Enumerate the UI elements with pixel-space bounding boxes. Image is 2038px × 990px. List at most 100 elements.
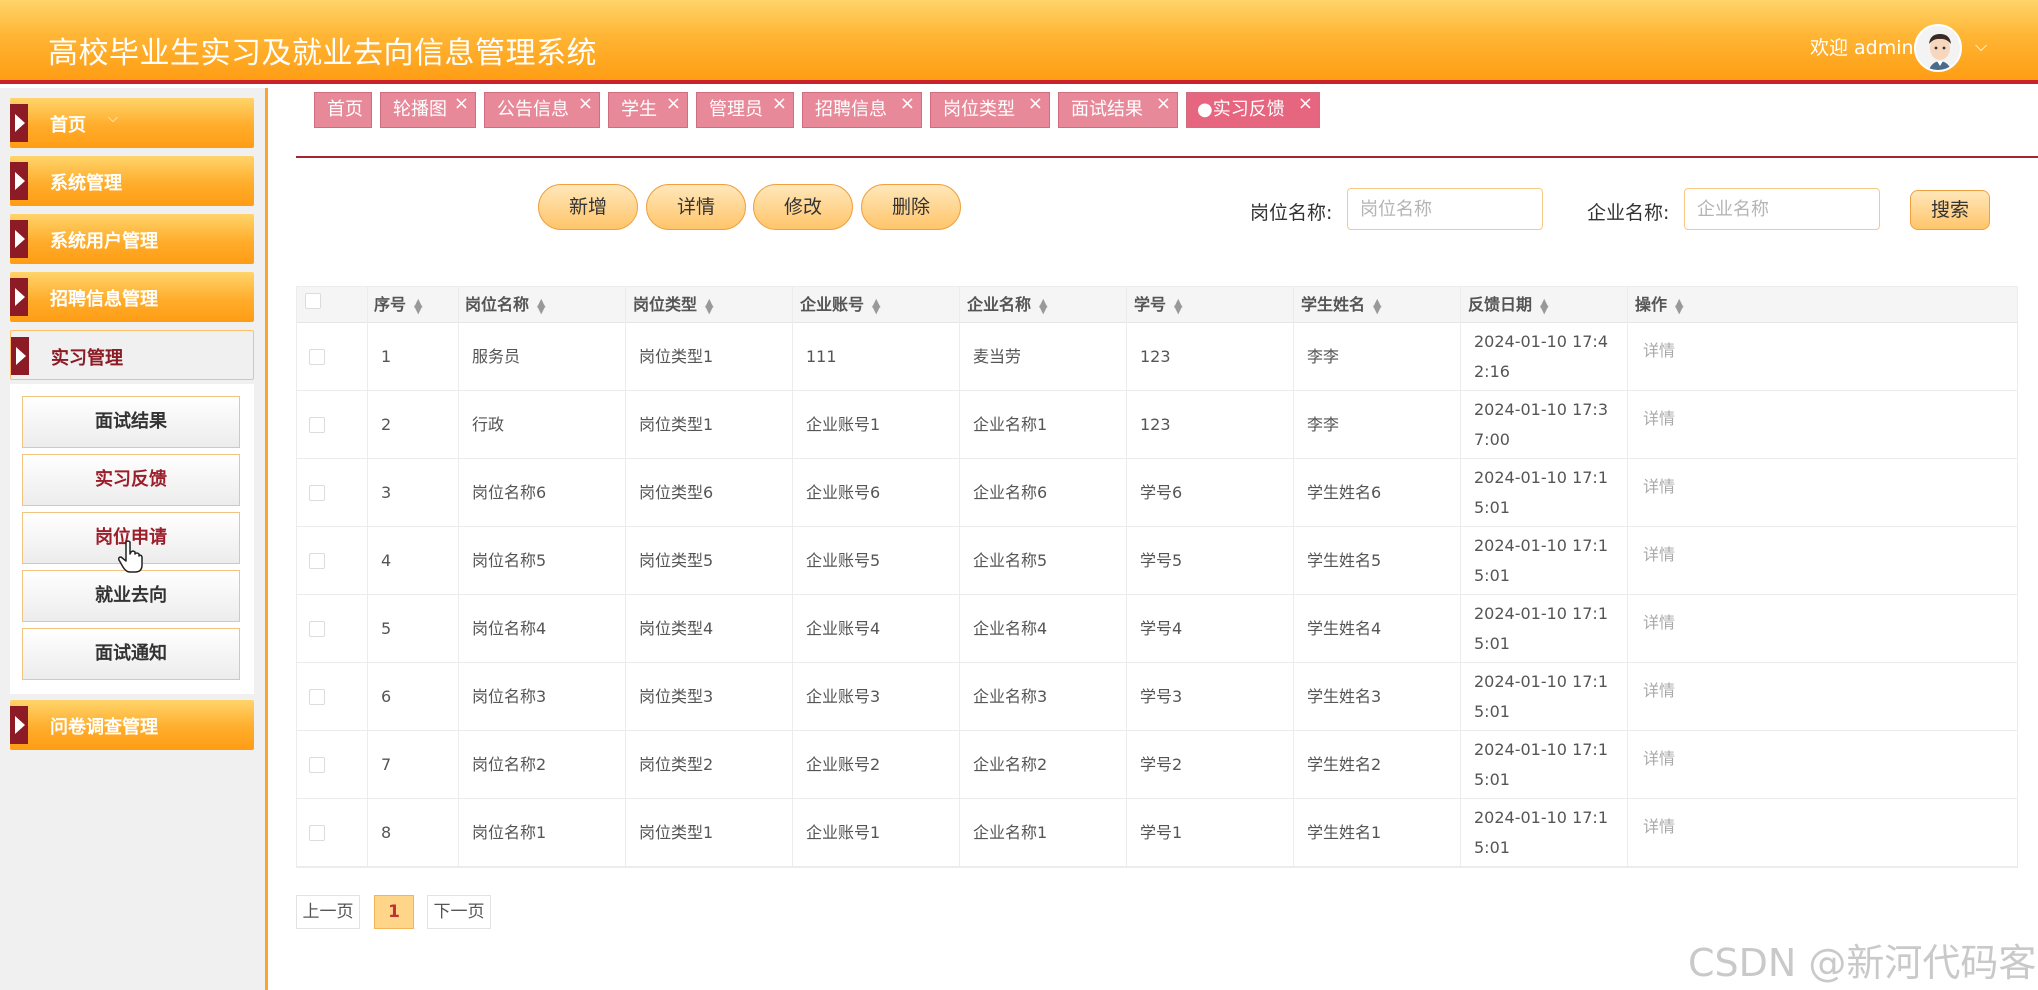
cell-job-type: 岗位类型3 <box>639 687 714 706</box>
add-button[interactable]: 新增 <box>538 184 638 230</box>
column-header-feedback-date[interactable]: 反馈日期 ▲ ▼ <box>1468 287 1548 323</box>
sidebar-item-survey[interactable]: 问卷调查管理 <box>10 700 254 750</box>
submenu-employment-destination[interactable]: 就业去向 <box>22 570 240 622</box>
user-avatar[interactable] <box>1914 24 1962 72</box>
row-checkbox[interactable] <box>309 689 325 705</box>
cell-job-name: 岗位名称3 <box>472 687 547 706</box>
cell-index: 7 <box>381 755 392 774</box>
cell-index: 4 <box>381 551 392 570</box>
tab-student[interactable]: 学生 × <box>608 92 688 128</box>
tab-internship-feedback[interactable]: ●实习反馈 × <box>1186 92 1320 128</box>
search-button[interactable]: 搜索 <box>1910 190 1990 230</box>
table-row[interactable]: 2 行政 岗位类型1 企业账号1 企业名称1 123 李李 2024-01-10 17:37:… <box>297 391 2017 459</box>
hand-cursor-icon <box>118 540 143 573</box>
site-title: 高校毕业生实习及就业去向信息管理系统 <box>48 36 597 71</box>
close-icon[interactable]: × <box>1028 87 1043 121</box>
sidebar: 首页 ⌵ 系统管理 系统用户管理 招聘信息管理 实习管理 面试结果 实习反馈 岗… <box>0 88 268 990</box>
cell-company-name: 企业名称4 <box>973 619 1048 638</box>
tab-announcement[interactable]: 公告信息 × <box>484 92 600 128</box>
cell-detail-link[interactable]: 详情 <box>1643 323 1675 391</box>
cell-company-name: 企业名称3 <box>973 687 1048 706</box>
column-header-company-name[interactable]: 企业名称 ▲ ▼ <box>967 287 1047 323</box>
row-checkbox[interactable] <box>309 621 325 637</box>
sort-icon: ▲ ▼ <box>872 295 881 316</box>
caret-right-icon <box>10 104 28 142</box>
column-header-index[interactable]: 序号 ▲ ▼ <box>374 287 422 323</box>
row-checkbox[interactable] <box>309 349 325 365</box>
next-page-button[interactable]: 下一页 <box>427 895 491 929</box>
tab-home[interactable]: 首页 <box>314 92 372 128</box>
company-name-input[interactable] <box>1684 188 1880 230</box>
column-header-job-name[interactable]: 岗位名称 ▲ ▼ <box>465 287 545 323</box>
cell-detail-link[interactable]: 详情 <box>1643 731 1675 799</box>
cell-detail-link[interactable]: 详情 <box>1643 391 1675 459</box>
cell-company-name: 企业名称1 <box>973 823 1048 842</box>
row-checkbox[interactable] <box>309 417 325 433</box>
submenu-interview-notice[interactable]: 面试通知 <box>22 628 240 680</box>
close-icon[interactable]: × <box>454 87 469 121</box>
table-row[interactable]: 3 岗位名称6 岗位类型6 企业账号6 企业名称6 学号6 学生姓名6 2024-01-10 … <box>297 459 2017 527</box>
submenu-internship-feedback[interactable]: 实习反馈 <box>22 454 240 506</box>
close-icon[interactable]: × <box>772 87 787 121</box>
sidebar-item-system[interactable]: 系统管理 <box>10 156 254 206</box>
column-header-student-id[interactable]: 学号 ▲ ▼ <box>1134 287 1182 323</box>
sidebar-item-internship[interactable]: 实习管理 <box>10 330 254 380</box>
column-header-label: 学号 <box>1134 295 1167 314</box>
cell-detail-link[interactable]: 详情 <box>1643 799 1675 867</box>
close-icon[interactable]: × <box>1298 87 1313 121</box>
cell-company-name: 企业名称6 <box>973 483 1048 502</box>
sidebar-item-label: 系统管理 <box>50 173 122 194</box>
select-all-checkbox[interactable] <box>305 293 321 309</box>
row-checkbox[interactable] <box>309 553 325 569</box>
submenu-interview-result[interactable]: 面试结果 <box>22 396 240 448</box>
table-row[interactable]: 1 服务员 岗位类型1 111 麦当劳 123 李李 2024-01-10 17:42:16 详… <box>297 323 2017 391</box>
tab-interview-result[interactable]: 面试结果 × <box>1058 92 1178 128</box>
job-name-input[interactable] <box>1347 188 1543 230</box>
cell-detail-link[interactable]: 详情 <box>1643 663 1675 731</box>
column-header-student-name[interactable]: 学生姓名 ▲ ▼ <box>1301 287 1381 323</box>
cell-index: 5 <box>381 619 392 638</box>
close-icon[interactable]: × <box>1156 87 1171 121</box>
cell-student-id: 学号1 <box>1140 823 1183 842</box>
table-row[interactable]: 7 岗位名称2 岗位类型2 企业账号2 企业名称2 学号2 学生姓名2 2024-01-10 … <box>297 731 2017 799</box>
close-icon[interactable]: × <box>578 87 593 121</box>
sidebar-item-system-users[interactable]: 系统用户管理 <box>10 214 254 264</box>
column-header-company-account[interactable]: 企业账号 ▲ ▼ <box>800 287 880 323</box>
cell-detail-link[interactable]: 详情 <box>1643 459 1675 527</box>
cell-company-account: 111 <box>806 347 837 366</box>
feedback-table: 序号 ▲ ▼ 岗位名称 ▲ ▼ 岗位类型 ▲ ▼ 企业账号 ▲ ▼ 企业名称 ▲ ▼ 学号 ▲ ▼ 学生… <box>296 286 2018 868</box>
cell-detail-link[interactable]: 详情 <box>1643 595 1675 663</box>
tab-recruitment-info[interactable]: 招聘信息 × <box>802 92 922 128</box>
sidebar-item-label: 招聘信息管理 <box>50 289 158 310</box>
sidebar-item-recruitment[interactable]: 招聘信息管理 <box>10 272 254 322</box>
detail-button[interactable]: 详情 <box>646 184 746 230</box>
column-header-label: 序号 <box>374 295 407 314</box>
tab-carousel[interactable]: 轮播图 × <box>380 92 476 128</box>
page-1-button[interactable]: 1 <box>374 895 414 929</box>
table-row[interactable]: 4 岗位名称5 岗位类型5 企业账号5 企业名称5 学号5 学生姓名5 2024-01-10 … <box>297 527 2017 595</box>
edit-button[interactable]: 修改 <box>753 184 853 230</box>
tab-bar: 首页 轮播图 × 公告信息 × 学生 × 管理员 × 招聘信息 × 岗位类型 ×… <box>296 88 2038 158</box>
chevron-down-icon[interactable]: ⌵ <box>1975 36 1987 56</box>
cell-detail-link[interactable]: 详情 <box>1643 527 1675 595</box>
sidebar-item-home[interactable]: 首页 ⌵ <box>10 98 254 148</box>
table-row[interactable]: 6 岗位名称3 岗位类型3 企业账号3 企业名称3 学号3 学生姓名3 2024-01-10 … <box>297 663 2017 731</box>
table-row[interactable]: 8 岗位名称1 岗位类型1 企业账号1 企业名称1 学号1 学生姓名1 2024-01-10 … <box>297 799 2017 867</box>
table-row[interactable]: 5 岗位名称4 岗位类型4 企业账号4 企业名称4 学号4 学生姓名4 2024-01-10 … <box>297 595 2017 663</box>
close-icon[interactable]: × <box>900 87 915 121</box>
cell-student-id: 学号5 <box>1140 551 1183 570</box>
column-header-job-type[interactable]: 岗位类型 ▲ ▼ <box>633 287 713 323</box>
close-icon[interactable]: × <box>666 87 681 121</box>
tab-label: 公告信息 <box>497 99 569 120</box>
row-checkbox[interactable] <box>309 825 325 841</box>
cell-job-name: 行政 <box>472 415 505 434</box>
row-checkbox[interactable] <box>309 757 325 773</box>
sort-icon: ▲ ▼ <box>1174 295 1183 316</box>
prev-page-button[interactable]: 上一页 <box>296 895 360 929</box>
tab-job-type[interactable]: 岗位类型 × <box>930 92 1050 128</box>
delete-button[interactable]: 删除 <box>861 184 961 230</box>
internship-submenu: 面试结果 实习反馈 岗位申请 就业去向 面试通知 <box>10 384 254 694</box>
cell-feedback-date: 2024-01-10 17:15:01 <box>1474 672 1608 721</box>
tab-admin[interactable]: 管理员 × <box>696 92 794 128</box>
row-checkbox[interactable] <box>309 485 325 501</box>
